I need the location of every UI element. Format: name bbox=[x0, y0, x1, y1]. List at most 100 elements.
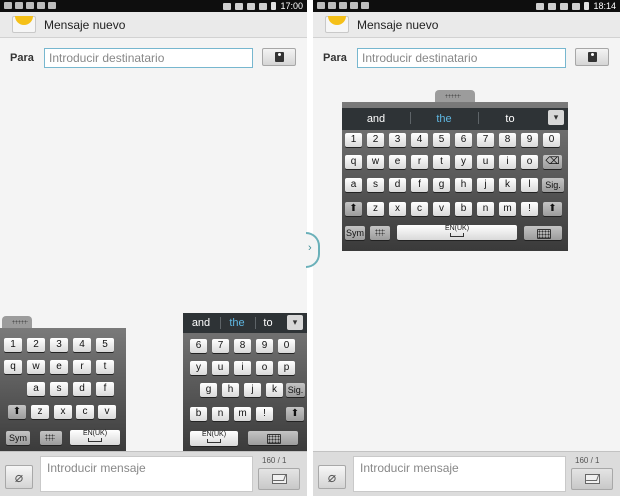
prediction-to[interactable]: to bbox=[255, 313, 281, 333]
key-v[interactable]: v bbox=[433, 202, 450, 216]
keyboard-settings-key[interactable] bbox=[40, 431, 62, 445]
key-3[interactable]: 3 bbox=[389, 133, 406, 147]
key-d[interactable]: d bbox=[389, 178, 406, 192]
key-0[interactable]: 0 bbox=[278, 339, 295, 353]
space-key-right[interactable]: EN(UK) bbox=[190, 431, 238, 446]
key-x[interactable]: x bbox=[54, 405, 72, 419]
key-b[interactable]: b bbox=[190, 407, 207, 421]
key-5[interactable]: 5 bbox=[433, 133, 450, 147]
key-w[interactable]: w bbox=[367, 155, 384, 169]
key-r[interactable]: r bbox=[411, 155, 428, 169]
enter-key[interactable]: Sig. bbox=[286, 383, 305, 397]
send-button[interactable] bbox=[571, 468, 613, 490]
key-1[interactable]: 1 bbox=[345, 133, 362, 147]
key-7[interactable]: 7 bbox=[212, 339, 229, 353]
key-exclamation[interactable]: ! bbox=[521, 202, 538, 216]
collapse-predictions-button[interactable]: ▾ bbox=[548, 110, 564, 125]
key-u[interactable]: u bbox=[212, 361, 229, 375]
key-7[interactable]: 7 bbox=[477, 133, 494, 147]
space-key[interactable]: EN(UK) bbox=[70, 430, 120, 445]
key-6[interactable]: 6 bbox=[190, 339, 207, 353]
key-y[interactable]: y bbox=[190, 361, 207, 375]
key-t[interactable]: t bbox=[96, 360, 114, 374]
key-l[interactable]: l bbox=[521, 178, 538, 192]
key-m[interactable]: m bbox=[234, 407, 251, 421]
backspace-key[interactable]: ⌫ bbox=[543, 155, 562, 169]
key-q[interactable]: q bbox=[345, 155, 362, 169]
key-z[interactable]: z bbox=[31, 405, 49, 419]
key-k[interactable]: k bbox=[499, 178, 516, 192]
key-j[interactable]: j bbox=[477, 178, 494, 192]
key-e[interactable]: e bbox=[50, 360, 68, 374]
key-q[interactable]: q bbox=[4, 360, 22, 374]
key-9[interactable]: 9 bbox=[256, 339, 273, 353]
key-i[interactable]: i bbox=[499, 155, 516, 169]
prediction-the[interactable]: the bbox=[221, 313, 253, 333]
key-m[interactable]: m bbox=[499, 202, 516, 216]
key-1[interactable]: 1 bbox=[4, 338, 22, 352]
key-b[interactable]: b bbox=[455, 202, 472, 216]
key-w[interactable]: w bbox=[27, 360, 45, 374]
keyboard-drag-handle[interactable] bbox=[2, 316, 32, 328]
key-4[interactable]: 4 bbox=[411, 133, 428, 147]
recipient-input[interactable]: Introducir destinatario bbox=[357, 48, 566, 68]
key-9[interactable]: 9 bbox=[521, 133, 538, 147]
collapse-predictions-button[interactable]: ▾ bbox=[287, 315, 303, 330]
prediction-and[interactable]: and bbox=[342, 108, 410, 130]
key-i[interactable]: i bbox=[234, 361, 251, 375]
key-n[interactable]: n bbox=[477, 202, 494, 216]
sym-key[interactable]: Sym bbox=[345, 226, 365, 240]
key-2[interactable]: 2 bbox=[27, 338, 45, 352]
key-y[interactable]: y bbox=[455, 155, 472, 169]
key-exclamation[interactable]: ! bbox=[256, 407, 273, 421]
contacts-button[interactable] bbox=[262, 48, 296, 66]
sym-key[interactable]: Sym bbox=[6, 431, 30, 445]
key-h[interactable]: h bbox=[222, 383, 239, 397]
attach-button[interactable]: ⌀ bbox=[318, 465, 346, 489]
key-8[interactable]: 8 bbox=[499, 133, 516, 147]
key-4[interactable]: 4 bbox=[73, 338, 91, 352]
key-g[interactable]: g bbox=[200, 383, 217, 397]
keyboard-drag-handle[interactable] bbox=[435, 90, 475, 102]
emoticon-key[interactable] bbox=[524, 226, 562, 240]
key-3[interactable]: 3 bbox=[50, 338, 68, 352]
recipient-input[interactable]: Introducir destinatario bbox=[44, 48, 253, 68]
key-f[interactable]: f bbox=[411, 178, 428, 192]
key-d[interactable]: d bbox=[73, 382, 91, 396]
key-s[interactable]: s bbox=[50, 382, 68, 396]
enter-key[interactable]: Sig. bbox=[542, 178, 564, 192]
prediction-and[interactable]: and bbox=[185, 313, 217, 333]
key-r[interactable]: r bbox=[73, 360, 91, 374]
key-f[interactable]: f bbox=[96, 382, 114, 396]
shift-key-right[interactable]: ⬆ bbox=[543, 202, 562, 216]
keyboard-settings-key[interactable] bbox=[370, 226, 390, 240]
key-x[interactable]: x bbox=[389, 202, 406, 216]
key-c[interactable]: c bbox=[76, 405, 94, 419]
prediction-the[interactable]: the bbox=[410, 108, 478, 130]
key-h[interactable]: h bbox=[455, 178, 472, 192]
key-v[interactable]: v bbox=[98, 405, 116, 419]
key-z[interactable]: z bbox=[367, 202, 384, 216]
shift-key-right[interactable]: ⬆ bbox=[286, 407, 304, 421]
key-e[interactable]: e bbox=[389, 155, 406, 169]
contacts-button[interactable] bbox=[575, 48, 609, 66]
attach-button[interactable]: ⌀ bbox=[5, 465, 33, 489]
key-o[interactable]: o bbox=[521, 155, 538, 169]
key-u[interactable]: u bbox=[477, 155, 494, 169]
shift-key[interactable]: ⬆ bbox=[8, 405, 26, 419]
key-s[interactable]: s bbox=[367, 178, 384, 192]
emoticon-key[interactable] bbox=[248, 431, 298, 445]
key-c[interactable]: c bbox=[411, 202, 428, 216]
key-a[interactable]: a bbox=[27, 382, 45, 396]
key-o[interactable]: o bbox=[256, 361, 273, 375]
key-2[interactable]: 2 bbox=[367, 133, 384, 147]
key-g[interactable]: g bbox=[433, 178, 450, 192]
space-key[interactable]: EN(UK) bbox=[397, 225, 517, 240]
key-k[interactable]: k bbox=[266, 383, 283, 397]
message-input[interactable]: Introducir mensaje bbox=[353, 456, 566, 492]
key-n[interactable]: n bbox=[212, 407, 229, 421]
shift-key-left[interactable]: ⬆ bbox=[345, 202, 362, 216]
key-p[interactable]: p bbox=[278, 361, 295, 375]
message-input[interactable]: Introducir mensaje bbox=[40, 456, 253, 492]
key-t[interactable]: t bbox=[433, 155, 450, 169]
